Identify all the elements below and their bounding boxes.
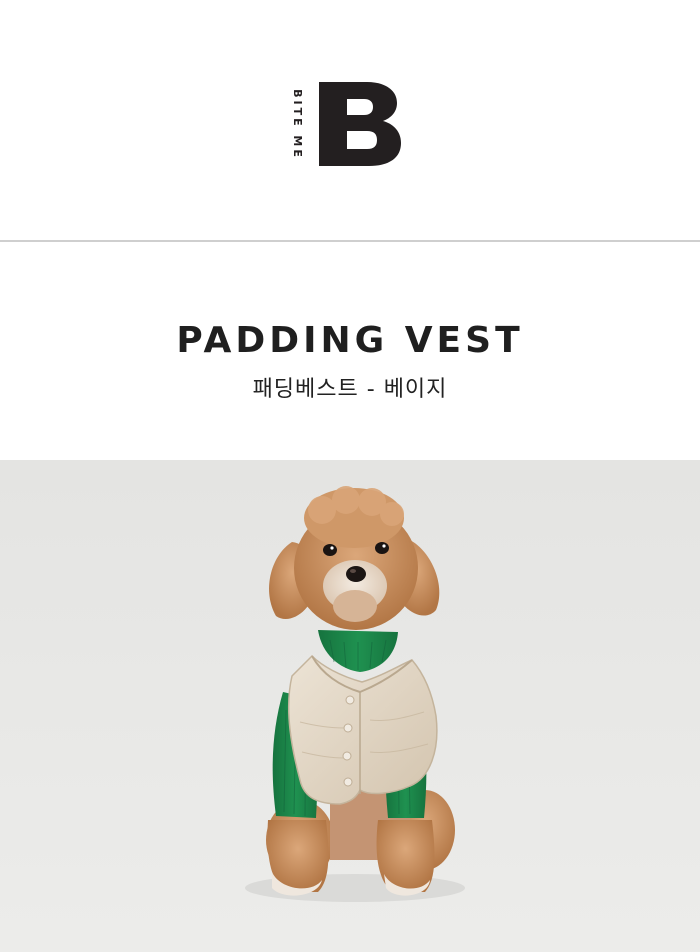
product-title: PADDING VEST <box>176 320 524 361</box>
brand-logo[interactable]: BITE ME <box>288 80 404 168</box>
dog-wearing-vest-icon <box>245 486 465 902</box>
product-photo <box>0 460 700 952</box>
product-subtitle: 패딩베스트 - 베이지 <box>252 377 448 402</box>
brand-wordmark: BITE ME <box>288 80 306 168</box>
brand-monogram-icon <box>319 82 401 166</box>
brand-header: BITE ME <box>0 0 700 240</box>
brand-name: BITE ME <box>290 88 304 160</box>
product-title-section: PADDING VEST 패딩베스트 - 베이지 <box>0 242 700 460</box>
